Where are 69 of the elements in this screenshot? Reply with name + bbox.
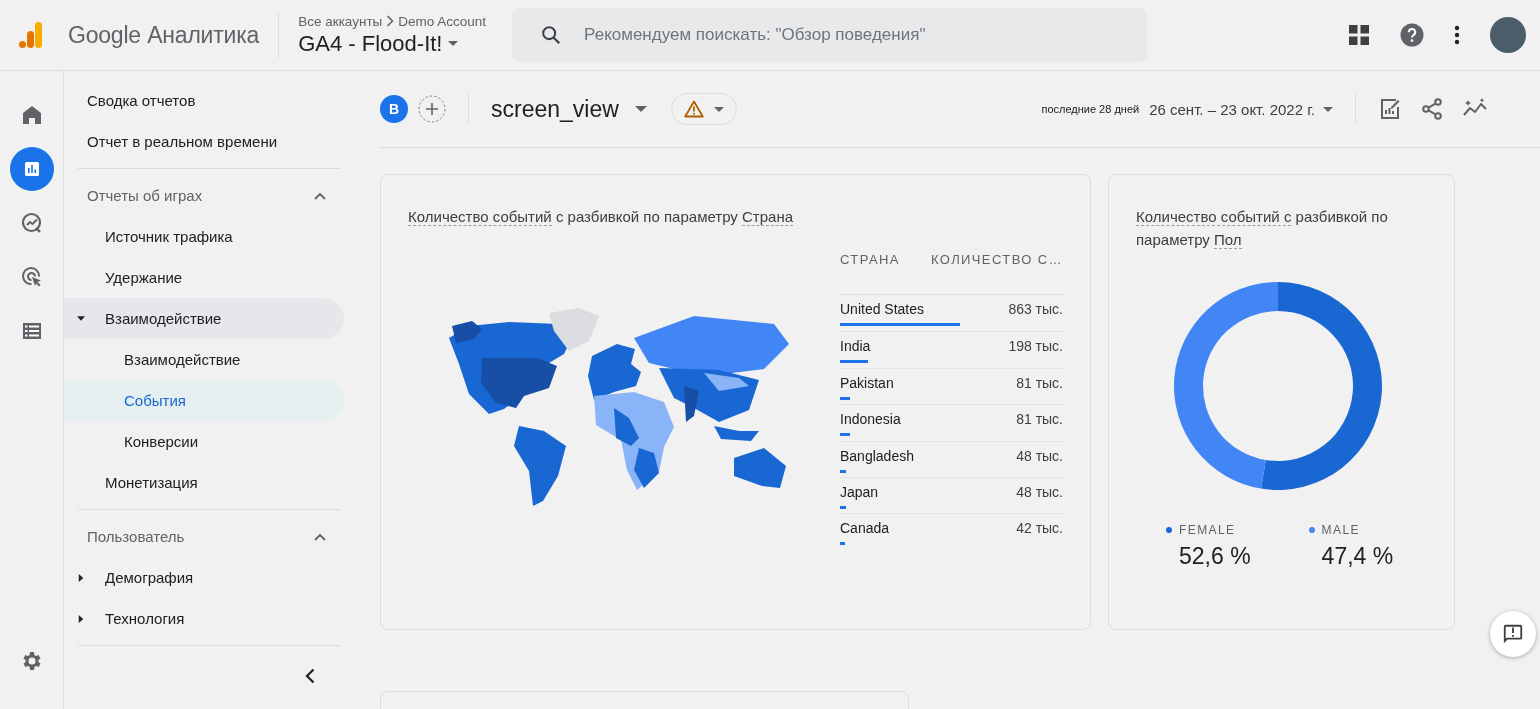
card-title: Количество событий с разбивкой по параметру Страна	[408, 207, 795, 228]
table-cell: 863 тыс.	[1008, 301, 1063, 317]
section-header[interactable]: Отчеты об играх	[64, 175, 340, 216]
trend-circle-icon	[19, 211, 44, 235]
caret-icon	[1323, 106, 1333, 112]
table-cell: 198 тыс.	[1008, 338, 1063, 355]
nav-item[interactable]: События	[64, 380, 344, 421]
search-field[interactable]: Рекомендуем поискать: "Обзор поведения"	[512, 8, 1148, 62]
warning-icon	[683, 100, 704, 118]
table-cell: 81 тыс.	[1016, 411, 1063, 428]
chevron-up-icon	[314, 532, 326, 541]
breadcrumb-link[interactable]: Demo Account	[398, 13, 487, 29]
table-cell: Bangladesh	[840, 447, 914, 464]
table-cell: 42 тыс.	[1016, 520, 1063, 537]
caret-icon	[448, 41, 459, 46]
caret-icon	[713, 106, 724, 112]
table-cell: Indonesia	[840, 411, 901, 428]
table-cell: 48 тыс.	[1016, 447, 1063, 464]
column-header[interactable]: СТРАНА	[840, 252, 900, 294]
add-comparison-icon[interactable]	[418, 95, 446, 123]
nav-item[interactable]: Источник трафика	[64, 216, 344, 257]
table-cell: 81 тыс.	[1016, 374, 1063, 391]
card-title: Количество событий с разбивкой по параметру Пол	[1136, 207, 1389, 251]
table-cell: 48 тыс.	[1016, 483, 1063, 500]
bar-chart-button[interactable]	[9, 147, 54, 191]
table-cell: Pakistan	[840, 374, 894, 391]
chevron-left-icon	[305, 668, 315, 684]
more-vertical-icon[interactable]	[1454, 25, 1460, 45]
nav-item[interactable]: Сводка отчетов	[64, 80, 344, 121]
column-header[interactable]: КОЛИЧЕСТВО С…	[930, 252, 1063, 294]
nav-item[interactable]: Удержание	[64, 257, 344, 298]
feedback-icon	[1502, 623, 1524, 645]
nav-group[interactable]: Технология	[64, 598, 344, 639]
comparison-chip[interactable]: B	[380, 95, 408, 123]
legend-value: 52,6 %	[1179, 543, 1251, 570]
section-header[interactable]: Пользователь	[64, 516, 340, 557]
legend-label: FEMALE	[1179, 523, 1236, 537]
caret-icon	[634, 106, 647, 112]
caret-right-icon	[77, 614, 85, 623]
nav-group[interactable]: Взаимодействие	[64, 298, 344, 339]
nav-item[interactable]: Монетизация	[64, 462, 344, 503]
table-cell: India	[840, 338, 871, 355]
nav-item[interactable]: Отчет в реальном времени	[64, 121, 344, 162]
table-cell: Japan	[840, 483, 879, 500]
share-icon[interactable]	[1420, 97, 1444, 121]
breadcrumb-link[interactable]: Все аккаунты	[298, 13, 383, 29]
chevron-right-icon	[386, 15, 395, 27]
cursor-target-icon	[19, 265, 44, 289]
legend-value: 47,4 %	[1321, 543, 1394, 570]
property-selector[interactable]: GA4 - Flood-It!	[298, 30, 487, 57]
nav-group[interactable]: Демография	[64, 557, 344, 598]
nav-item[interactable]: Взаимодействие	[64, 339, 344, 380]
table-cell: United States	[840, 301, 925, 317]
help-icon[interactable]	[1400, 23, 1424, 47]
edit-report-icon[interactable]	[1378, 97, 1402, 121]
feedback-button[interactable]	[1490, 611, 1536, 657]
nav-item[interactable]: Конверсии	[64, 421, 344, 462]
user-avatar[interactable]	[1490, 17, 1526, 53]
search-icon	[540, 24, 563, 46]
legend-label: MALE	[1321, 523, 1360, 537]
product-name: Google Аналитика	[68, 21, 260, 49]
table-cell: Canada	[840, 520, 890, 537]
event-selector[interactable]: screen_view	[491, 95, 647, 123]
caret-down-icon	[77, 316, 85, 321]
date-range-label: последние 28 дней	[1041, 103, 1140, 115]
chevron-up-icon	[314, 191, 326, 200]
caret-right-icon	[77, 573, 85, 582]
date-range-selector[interactable]: 26 сент. – 23 окт. 2022 г.	[1149, 100, 1333, 118]
apps-grid-icon[interactable]	[1348, 24, 1370, 46]
